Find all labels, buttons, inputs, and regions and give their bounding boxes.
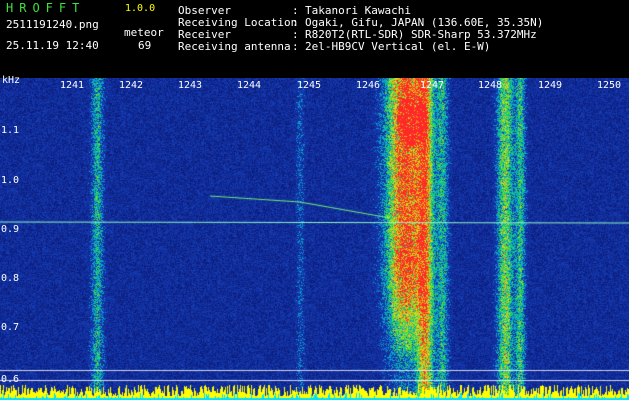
x-tick-label: 1244: [237, 80, 262, 91]
app-title: HROFFT: [6, 1, 86, 15]
detection-type-label: meteor: [124, 26, 164, 39]
y-tick-label: 1.0: [1, 175, 20, 186]
x-tick-label: 1249: [538, 80, 563, 91]
x-tick-label: 1241: [60, 80, 85, 91]
y-tick-label: 0.6: [1, 374, 20, 385]
info-colon: :: [292, 40, 299, 53]
y-tick-label: 1.1: [1, 125, 20, 136]
y-tick-label: 0.8: [1, 273, 20, 284]
hrofft-window: HROFFT 1.0.0 2511191240.png 25.11.19 12:…: [0, 0, 629, 400]
y-tick-label: 0.7: [1, 322, 20, 333]
detection-count: 69: [138, 39, 152, 52]
x-tick-label: 1246: [356, 80, 381, 91]
y-tick-label: 0.9: [1, 224, 20, 235]
y-unit-label: kHz: [2, 75, 21, 86]
antenna-label: Receiving antenna: [178, 40, 291, 53]
date-time: 25.11.19 12:40: [6, 39, 99, 52]
x-tick-label: 1250: [597, 80, 622, 91]
antenna-value: 2el-HB9CV Vertical (el. E-W): [305, 40, 491, 53]
spectrogram-canvas: [0, 78, 629, 400]
x-tick-label: 1243: [178, 80, 203, 91]
file-name: 2511191240.png: [6, 18, 99, 31]
x-tick-label: 1248: [478, 80, 503, 91]
x-tick-label: 1242: [119, 80, 144, 91]
app-version: 1.0.0: [125, 3, 156, 14]
x-tick-label: 1247: [420, 80, 445, 91]
x-tick-label: 1245: [297, 80, 322, 91]
